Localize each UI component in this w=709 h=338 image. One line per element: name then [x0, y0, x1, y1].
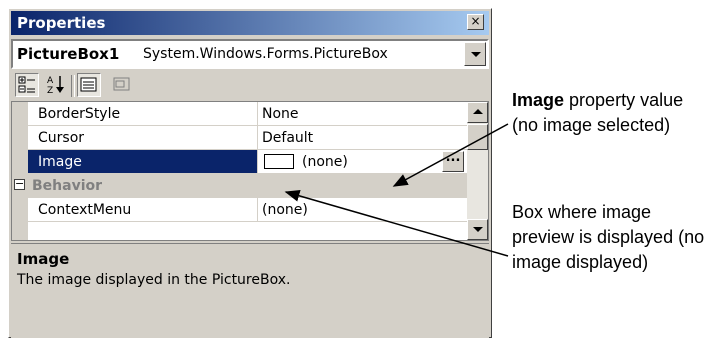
callout-arrows: [284, 123, 509, 257]
arrow-to-value: [392, 123, 509, 187]
arrow-to-preview: [284, 189, 509, 257]
